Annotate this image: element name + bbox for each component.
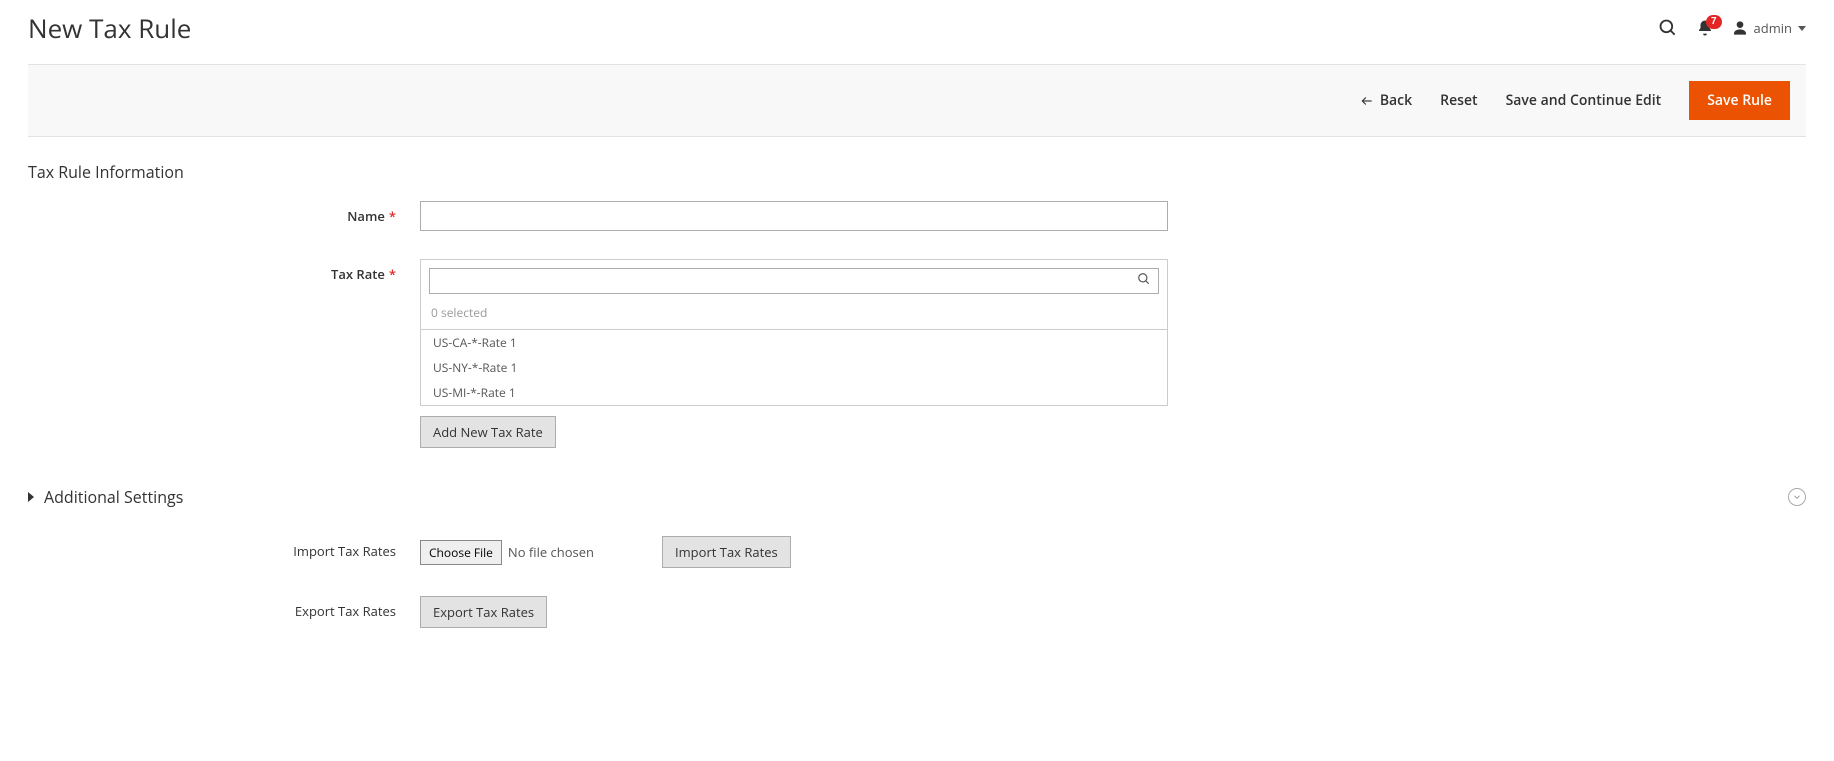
notification-badge: 7 [1706,15,1722,29]
name-input[interactable] [420,201,1168,231]
name-label-text: Name [347,207,385,225]
tax-rate-option[interactable]: US-CA-*-Rate 1 [421,330,1167,355]
tax-rate-field-row: Tax Rate* 0 selected US-CA-*-Rate 1 US-N… [28,259,1806,448]
page-title: New Tax Rule [28,10,191,46]
import-tax-rates-row: Import Tax Rates Choose File No file cho… [28,536,1806,568]
tax-rate-option[interactable]: US-NY-*-Rate 1 [421,355,1167,380]
tax-rate-options: US-CA-*-Rate 1 US-NY-*-Rate 1 US-MI-*-Ra… [421,329,1167,405]
save-button[interactable]: Save Rule [1689,81,1790,120]
import-label: Import Tax Rates [28,536,420,560]
name-field-row: Name* [28,201,1806,231]
section-info-title: Tax Rule Information [28,161,1834,183]
header-actions: 7 admin [1658,18,1806,38]
tax-rate-option[interactable]: US-MI-*-Rate 1 [421,380,1167,405]
selected-count: 0 selected [421,302,1167,329]
choose-file-button[interactable]: Choose File [420,540,502,565]
export-tax-rates-row: Export Tax Rates Export Tax Rates [28,596,1806,628]
tax-rate-multiselect: 0 selected US-CA-*-Rate 1 US-NY-*-Rate 1… [420,259,1168,406]
back-button[interactable]: Back [1360,91,1412,110]
tax-rate-label-text: Tax Rate [331,265,385,283]
required-asterisk: * [389,265,396,283]
required-asterisk: * [389,207,396,225]
account-menu[interactable]: admin [1732,19,1806,37]
export-label: Export Tax Rates [28,596,420,620]
import-tax-rates-button[interactable]: Import Tax Rates [662,536,791,568]
tax-rate-label: Tax Rate* [28,259,420,283]
chevron-down-icon [1798,26,1806,31]
caret-right-icon [28,492,34,502]
name-label: Name* [28,201,420,225]
back-label: Back [1380,91,1412,110]
search-button[interactable] [1658,18,1678,38]
expand-icon [1788,488,1806,506]
add-new-tax-rate-button[interactable]: Add New Tax Rate [420,416,556,448]
save-continue-button[interactable]: Save and Continue Edit [1506,91,1662,110]
notification-button[interactable]: 7 [1696,19,1714,37]
action-toolbar: Back Reset Save and Continue Edit Save R… [28,64,1806,137]
tax-rate-search-input[interactable] [429,268,1159,294]
account-label: admin [1754,19,1792,37]
search-icon [1658,18,1678,38]
reset-button[interactable]: Reset [1440,91,1477,110]
additional-settings-toggle[interactable]: Additional Settings [0,476,1834,518]
arrow-left-icon [1360,94,1374,108]
user-icon [1732,20,1748,36]
additional-settings-title: Additional Settings [44,486,183,508]
export-tax-rates-button[interactable]: Export Tax Rates [420,596,547,628]
no-file-text: No file chosen [508,543,594,561]
